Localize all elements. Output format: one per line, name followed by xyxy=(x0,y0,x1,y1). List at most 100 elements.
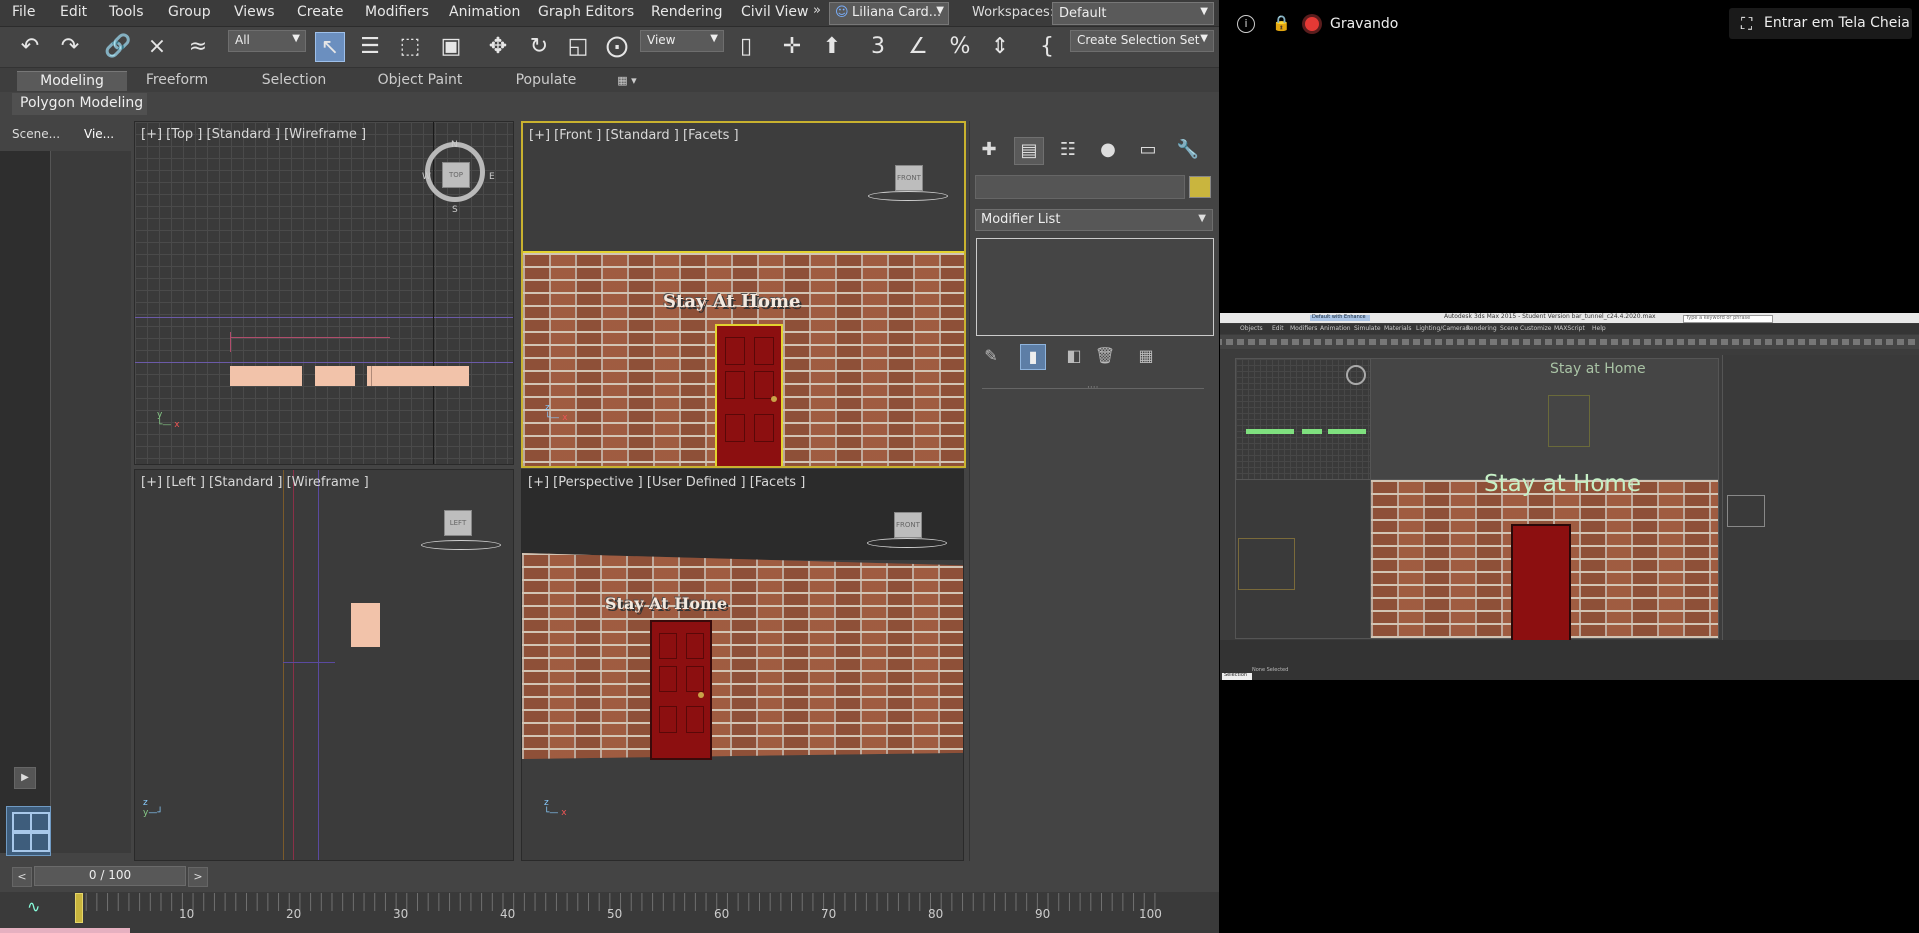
unlink-icon[interactable]: ⨯ xyxy=(142,32,172,62)
menu-create[interactable]: Create xyxy=(297,4,344,20)
current-frame-marker[interactable] xyxy=(75,893,83,923)
user-account-dropdown[interactable]: ☺ Liliana Card... ▼ xyxy=(829,2,949,25)
track-tick-label: 60 xyxy=(714,907,730,921)
menu-civil-view[interactable]: Civil View xyxy=(741,4,808,20)
modifier-list-dropdown[interactable]: Modifier List ▼ xyxy=(975,209,1213,231)
viewport-front-label[interactable]: [+] [Front ] [Standard ] [Facets ] xyxy=(529,128,739,143)
curve-editor-icon[interactable]: ∿ xyxy=(27,897,40,916)
window-crossing-icon[interactable]: ▣ xyxy=(436,32,466,62)
shared-menu-item: Objects xyxy=(1240,325,1263,332)
layout-cell xyxy=(30,812,50,832)
rectangular-selection-icon[interactable]: ⬚ xyxy=(395,32,425,62)
tab-populate[interactable]: Populate xyxy=(500,71,592,90)
modifier-stack[interactable] xyxy=(976,238,1214,336)
time-slider-thumb[interactable]: 0 / 100 xyxy=(34,866,186,886)
object-color-swatch[interactable] xyxy=(1189,176,1211,198)
viewport-top[interactable]: [+] [Top ] [Standard ] [Wireframe ] TOP … xyxy=(134,121,514,465)
viewport-left[interactable]: [+] [Left ] [Standard ] [Wireframe ] LEF… xyxy=(134,469,514,861)
place-icon[interactable]: ⨀ xyxy=(602,32,632,62)
selection-filter-dropdown[interactable]: All ▼ xyxy=(228,30,306,52)
select-by-name-icon[interactable]: ☰ xyxy=(355,32,385,62)
create-tab-icon[interactable]: ✚ xyxy=(975,137,1003,163)
modify-tab-icon[interactable]: ▤ xyxy=(1014,137,1044,165)
axis-tripod-icon: z └— x xyxy=(544,798,567,818)
make-unique-icon[interactable]: ◧ xyxy=(1062,344,1086,368)
display-tab-icon[interactable]: ▭ xyxy=(1134,137,1162,163)
tab-freeform[interactable]: Freeform xyxy=(135,71,219,90)
menu-views[interactable]: Views xyxy=(234,4,275,20)
track-tick-label: 90 xyxy=(1035,907,1051,921)
remove-modifier-icon[interactable]: 🗑 xyxy=(1093,344,1117,368)
viewport-perspective[interactable]: [+] [Perspective ] [User Defined ] [Face… xyxy=(521,469,964,861)
reference-coordinate-dropdown[interactable]: View ▼ xyxy=(640,30,724,52)
motion-tab-icon[interactable]: ● xyxy=(1094,137,1122,163)
scene-explorer-panel[interactable] xyxy=(0,151,51,853)
link-icon[interactable]: 🔗 xyxy=(103,32,133,62)
edit-named-selection-icon[interactable]: { xyxy=(1032,32,1062,62)
ribbon-panel-polygon-modeling[interactable]: Polygon Modeling xyxy=(12,93,147,115)
navcube-left[interactable]: LEFT xyxy=(444,510,472,536)
angle-snap-icon[interactable]: ∠ xyxy=(903,32,933,62)
red-door[interactable] xyxy=(715,324,783,466)
select-object-icon[interactable]: ↖ xyxy=(315,32,345,62)
tab-selection[interactable]: Selection xyxy=(252,71,336,90)
ribbon-options-icon[interactable]: ▦ ▾ xyxy=(612,71,642,90)
viewport-front[interactable]: [+] [Front ] [Standard ] [Facets ] FRONT… xyxy=(521,121,966,468)
tab-viewport-layouts[interactable]: Vie... xyxy=(84,127,114,141)
keyboard-shortcut-override-icon[interactable]: ⬆ xyxy=(817,32,847,62)
named-selection-set-dropdown[interactable]: Create Selection Set ▼ xyxy=(1070,30,1214,52)
tab-scene-explorer[interactable]: Scene... xyxy=(12,127,60,141)
hierarchy-tab-icon[interactable]: ☷ xyxy=(1054,137,1082,163)
pivot-center-icon[interactable]: ▯ xyxy=(731,32,761,62)
wall-object[interactable] xyxy=(230,366,302,386)
snaps-toggle-icon[interactable]: 3 xyxy=(863,32,893,62)
viewport-layout-button[interactable] xyxy=(6,806,51,856)
show-end-result-icon[interactable]: ▮ xyxy=(1020,344,1046,370)
red-door[interactable] xyxy=(650,620,712,760)
workspace-dropdown[interactable]: Default ▼ xyxy=(1052,2,1214,25)
menu-graph-editors[interactable]: Graph Editors xyxy=(538,4,634,20)
menu-tools[interactable]: Tools xyxy=(109,4,144,20)
expand-arrow-icon[interactable]: ▶ xyxy=(14,767,36,789)
select-manipulate-icon[interactable]: ✛ xyxy=(777,32,807,62)
navcube-front[interactable]: FRONT xyxy=(895,165,923,191)
tab-object-paint[interactable]: Object Paint xyxy=(370,71,470,90)
navcube-perspective[interactable]: FRONT xyxy=(894,512,922,538)
viewport-perspective-label[interactable]: [+] [Perspective ] [User Defined ] [Face… xyxy=(528,475,805,490)
menu-edit[interactable]: Edit xyxy=(60,4,87,20)
wall-object[interactable] xyxy=(367,366,469,386)
menu-file[interactable]: File xyxy=(12,4,35,20)
prev-frame-icon[interactable]: < xyxy=(12,867,32,887)
spinner-snap-icon[interactable]: ⇕ xyxy=(985,32,1015,62)
selection-filter-value: All xyxy=(235,33,250,47)
percent-snap-icon[interactable]: % xyxy=(945,32,975,62)
object-name-field[interactable] xyxy=(975,175,1185,199)
next-frame-icon[interactable]: > xyxy=(188,867,208,887)
fullscreen-button[interactable]: ⛶ Entrar em Tela Cheia xyxy=(1729,8,1912,39)
lock-icon[interactable]: 🔒 xyxy=(1272,14,1291,32)
scale-icon[interactable]: ◱ xyxy=(563,32,593,62)
info-icon[interactable]: i xyxy=(1237,15,1255,33)
menu-modifiers[interactable]: Modifiers xyxy=(365,4,429,20)
menu-rendering[interactable]: Rendering xyxy=(651,4,723,20)
wall-object[interactable] xyxy=(315,366,355,386)
viewport-left-label[interactable]: [+] [Left ] [Standard ] [Wireframe ] xyxy=(141,475,369,490)
menu-group[interactable]: Group xyxy=(168,4,211,20)
undo-icon[interactable]: ↶ xyxy=(15,32,45,62)
menu-animation[interactable]: Animation xyxy=(449,4,520,20)
move-icon[interactable]: ✥ xyxy=(483,32,513,62)
redo-icon[interactable]: ↷ xyxy=(55,32,85,62)
bind-space-warp-icon[interactable]: ≈ xyxy=(183,32,213,62)
utilities-tab-icon[interactable]: 🔧 xyxy=(1174,137,1202,163)
navcube-top[interactable]: TOP xyxy=(442,162,470,188)
wall-object[interactable] xyxy=(351,603,380,647)
menu-more-icon[interactable]: » xyxy=(813,3,821,18)
chevron-down-icon: ▼ xyxy=(710,33,718,44)
shared-screen-thumbnail[interactable]: Autodesk 3ds Max 2015 - Student Version … xyxy=(1220,313,1919,680)
shared-menu-item: MAXScript xyxy=(1554,325,1585,332)
configure-modifier-sets-icon[interactable]: ▦ xyxy=(1134,344,1158,368)
viewport-top-label[interactable]: [+] [Top ] [Standard ] [Wireframe ] xyxy=(141,127,366,142)
tab-modeling[interactable]: Modeling xyxy=(17,71,127,91)
rotate-icon[interactable]: ↻ xyxy=(524,32,554,62)
pin-stack-icon[interactable]: ✎ xyxy=(979,344,1003,368)
